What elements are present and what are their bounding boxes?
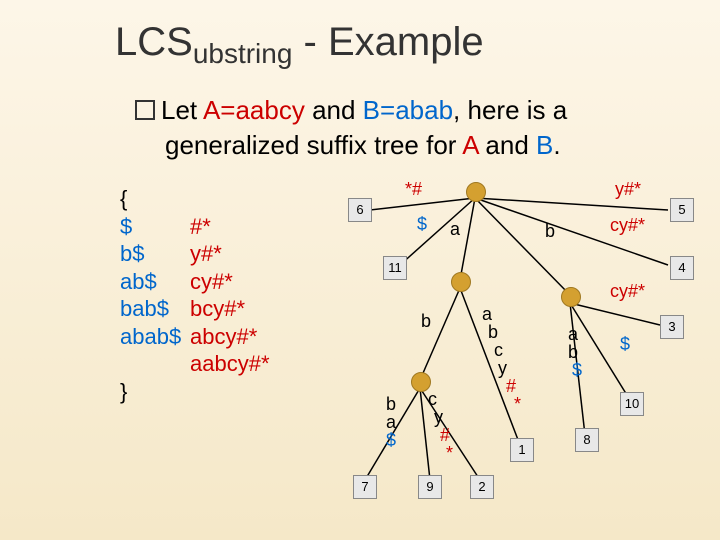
c: b	[386, 394, 396, 414]
bullet-line-2: generalized suffix tree for A and B.	[165, 130, 561, 161]
suffix-tree: 6 11 5 4 3 10 8 1 7 9 2 *# $ a b y#* cy#…	[320, 180, 710, 530]
leaf-2: 2	[470, 475, 494, 499]
edge-badollar: b a $	[362, 395, 396, 449]
c: a	[568, 324, 578, 344]
edge-cyhs: cy#*	[610, 216, 645, 234]
suffix-row: aabcy#*	[120, 350, 270, 378]
edge-abcyhs: a b c y # *	[482, 305, 521, 413]
tree-node-b	[561, 287, 581, 307]
a-equals: A=aabcy	[203, 95, 305, 125]
b-equals: B=abab	[363, 95, 453, 125]
suffix-b: y#*	[190, 240, 222, 268]
suffix-row: abab$abcy#*	[120, 323, 270, 351]
suffix-row: ab$cy#*	[120, 268, 270, 296]
edge-yhs: y#*	[615, 180, 641, 198]
leaf-1: 1	[510, 438, 534, 462]
suffix-row: bab$bcy#*	[120, 295, 270, 323]
c: b	[568, 342, 578, 362]
A-letter: A	[462, 130, 478, 160]
c: a	[386, 412, 396, 432]
leaf-10: 10	[620, 392, 644, 416]
c: #	[506, 376, 516, 396]
leaf-3: 3	[660, 315, 684, 339]
and-word: and	[305, 95, 363, 125]
brace-close: }	[120, 378, 270, 406]
title-sub: ubstring	[193, 38, 293, 69]
edge-dollar2: $	[620, 335, 630, 353]
bullet-line-1: Let A=aabcy and B=abab, here is a	[135, 95, 567, 126]
suffix-a: bab$	[120, 295, 190, 323]
edge-cyhs2: cy#*	[610, 282, 645, 300]
edge-cyhs3: c y # *	[428, 390, 453, 462]
edge-b2: b	[421, 312, 431, 330]
suffix-row: b$y#*	[120, 240, 270, 268]
c: *	[514, 394, 521, 414]
suffix-row: $#*	[120, 213, 270, 241]
c: $	[386, 430, 396, 450]
leaf-7: 7	[353, 475, 377, 499]
let-word: Let	[161, 95, 203, 125]
edge-starhash: *#	[405, 180, 422, 198]
c: y	[434, 407, 443, 427]
suffix-a: ab$	[120, 268, 190, 296]
c: c	[428, 389, 437, 409]
suffix-list: { $#* b$y#* ab$cy#* bab$bcy#* abab$abcy#…	[120, 185, 270, 405]
suffix-b: cy#*	[190, 268, 233, 296]
leaf-9: 9	[418, 475, 442, 499]
leaf-6: 6	[348, 198, 372, 222]
B-letter: B	[536, 130, 553, 160]
tree-root	[466, 182, 486, 202]
c: b	[488, 322, 498, 342]
suffix-b: aabcy#*	[190, 350, 270, 378]
leaf-4: 4	[670, 256, 694, 280]
and2: and	[478, 130, 536, 160]
brace-open: {	[120, 185, 270, 213]
line2-a: generalized suffix tree for	[165, 130, 462, 160]
c: c	[494, 340, 503, 360]
suffix-b: #*	[190, 213, 211, 241]
suffix-b: bcy#*	[190, 295, 245, 323]
suffix-a: abab$	[120, 323, 190, 351]
suffix-b: abcy#*	[190, 323, 257, 351]
dot: .	[553, 130, 560, 160]
edge-dollar: $	[417, 215, 427, 233]
edge-b: b	[545, 222, 555, 240]
bullet-icon	[135, 100, 155, 120]
c: a	[482, 304, 492, 324]
suffix-a: $	[120, 213, 190, 241]
suffix-a	[120, 350, 190, 378]
leaf-5: 5	[670, 198, 694, 222]
c: y	[498, 358, 507, 378]
leaf-8: 8	[575, 428, 599, 452]
title-prefix: LCS	[115, 20, 193, 64]
edge-abdollar: a b $	[568, 325, 582, 379]
c: *	[446, 443, 453, 463]
title-suffix: - Example	[292, 20, 483, 64]
tail-text: , here is a	[453, 95, 567, 125]
leaf-11: 11	[383, 256, 407, 280]
slide-title: LCSubstring - Example	[115, 20, 484, 65]
edge-a: a	[450, 220, 460, 238]
tree-node-a	[451, 272, 471, 292]
suffix-a: b$	[120, 240, 190, 268]
c: $	[572, 360, 582, 380]
c: #	[440, 425, 450, 445]
